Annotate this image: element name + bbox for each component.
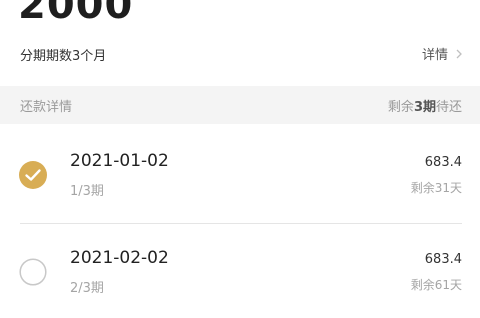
installment-item[interactable]: 2021-01-02 1/3期 683.4 剩余31天 <box>0 137 480 221</box>
detail-link[interactable]: 详情 <box>422 44 464 63</box>
installment-date: 2021-01-02 <box>70 151 169 171</box>
remaining-prefix: 剩余 <box>387 100 414 115</box>
installment-period: 1/3期 <box>70 184 104 199</box>
installment-item[interactable]: 2021-02-02 2/3期 683.4 剩余61天 <box>0 234 480 318</box>
installment-period: 2/3期 <box>70 281 104 296</box>
repayment-section-header: 还款详情 剩余3期待还 <box>0 86 480 124</box>
repayment-header-title: 还款详情 <box>20 100 73 115</box>
term-row: 分期期数3个月 详情 <box>0 36 480 80</box>
remaining-periods-summary: 剩余3期待还 <box>388 96 462 115</box>
term-label: 分期期数3个月 <box>20 49 107 64</box>
loan-amount: 2000 <box>18 0 134 28</box>
installment-amount: 683.4 <box>424 252 462 267</box>
installment-remaining-days: 剩余61天 <box>410 278 462 292</box>
installment-date: 2021-02-02 <box>70 248 169 268</box>
chevron-right-icon <box>456 49 462 58</box>
detail-link-label: 详情 <box>421 48 448 63</box>
item-divider <box>20 223 462 224</box>
installment-remaining-days: 剩余31天 <box>410 181 462 195</box>
remaining-periods-count: 3期 <box>413 100 436 115</box>
checked-circle-icon[interactable] <box>19 161 47 189</box>
installment-amount: 683.4 <box>424 155 462 170</box>
unchecked-circle-icon[interactable] <box>19 258 47 286</box>
remaining-suffix: 待还 <box>435 100 462 115</box>
